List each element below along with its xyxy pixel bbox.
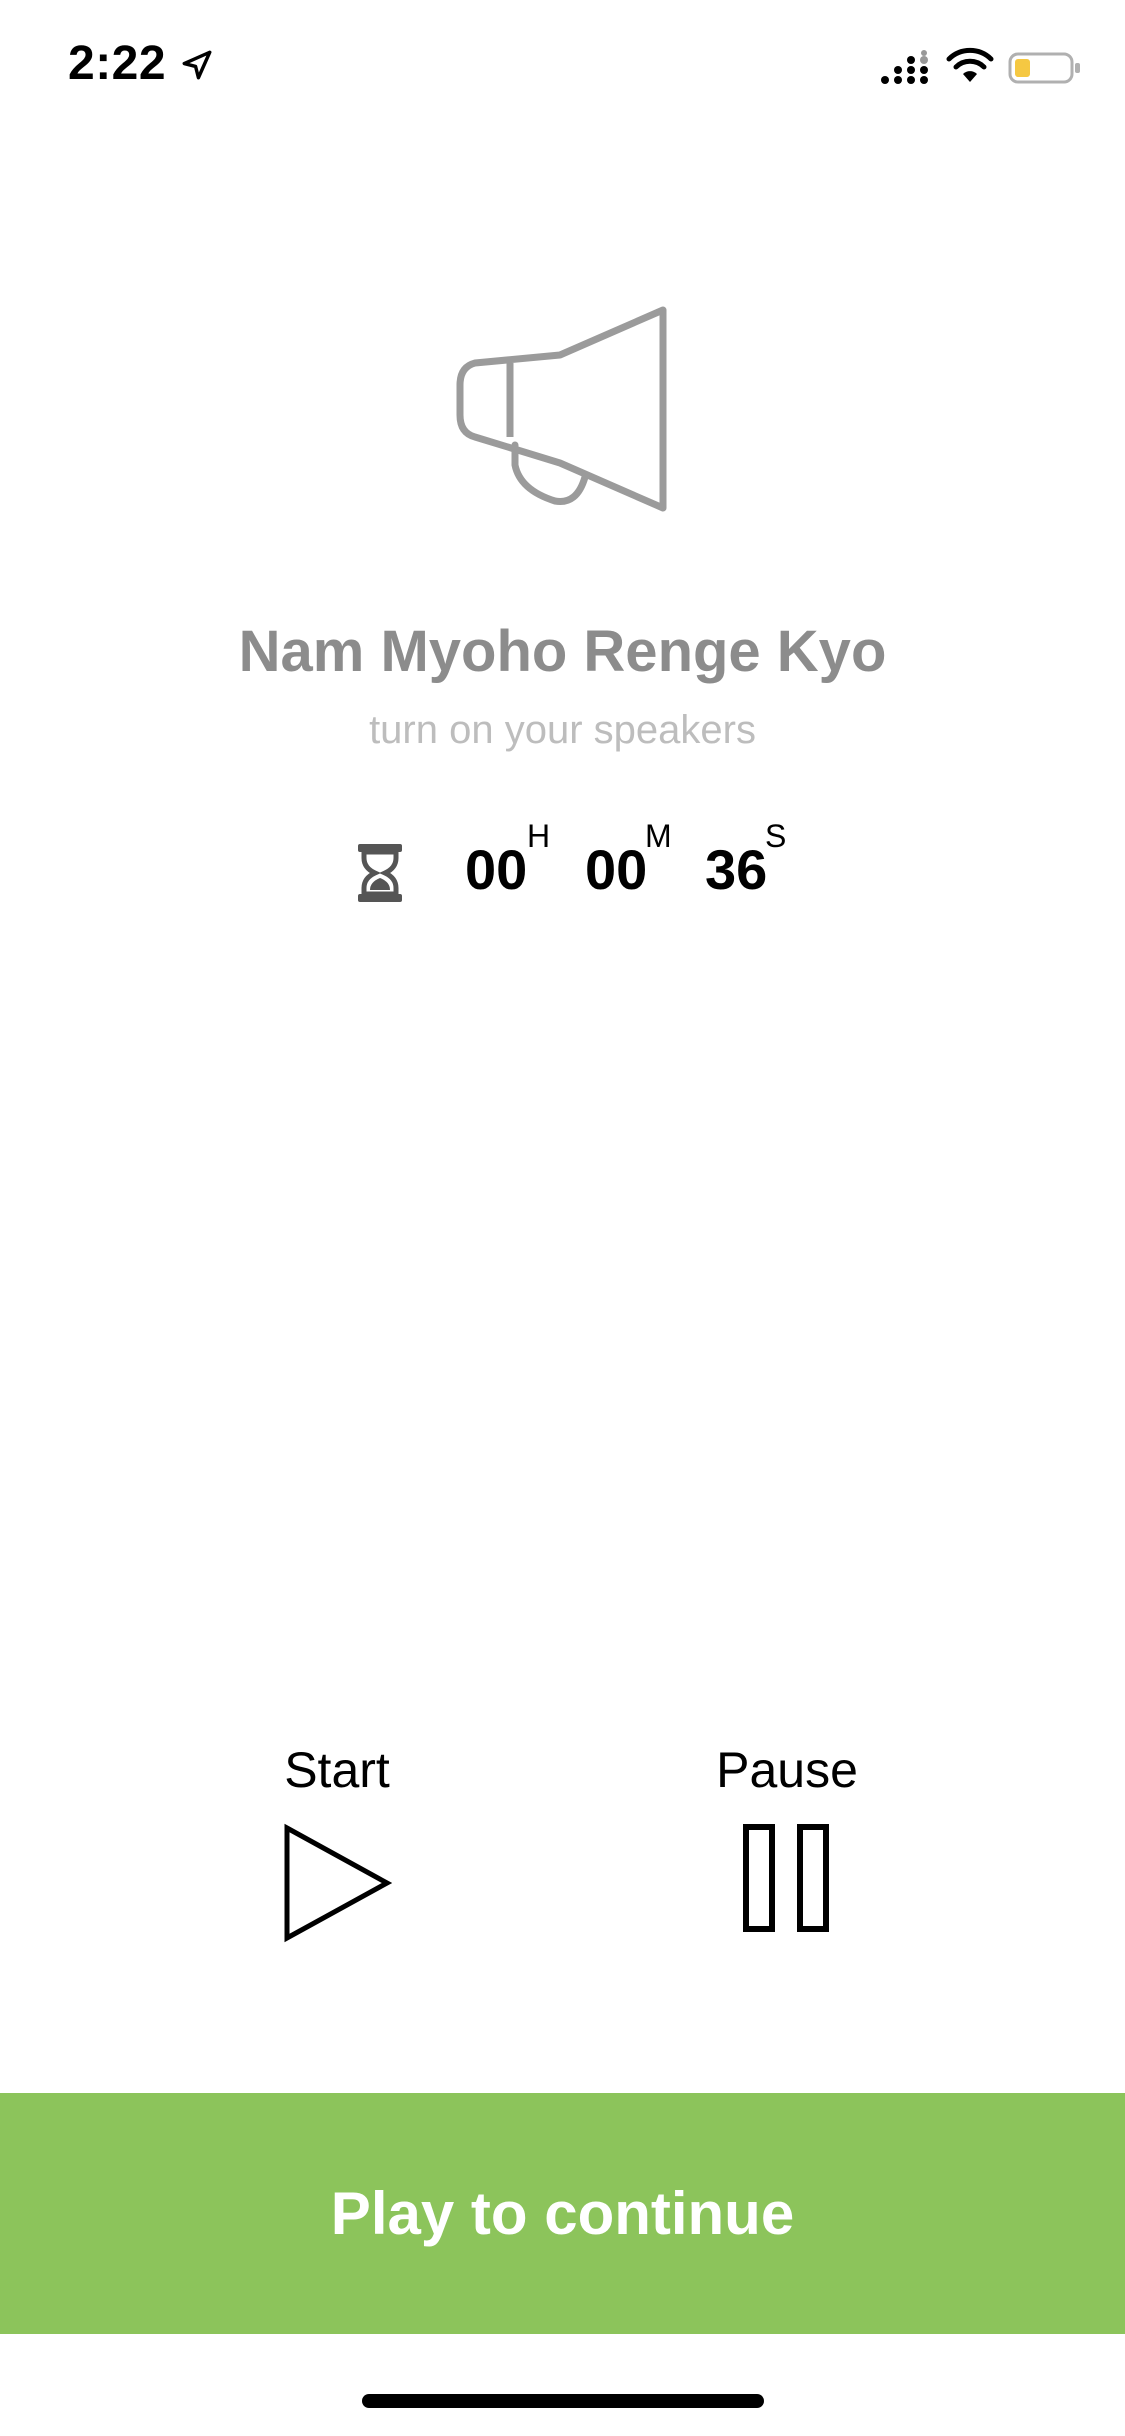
pause-icon [743,1824,829,1932]
status-bar: 2:22 [0,0,1125,132]
timer-minutes: 00 [585,838,648,901]
continue-label: Play to continue [330,2180,795,2247]
page-title: Nam Myoho Renge Kyo [238,619,887,684]
pause-label: Pause [716,1742,858,1798]
play-icon [284,1823,392,1943]
megaphone-icon [456,306,667,512]
play-to-continue-button[interactable]: Play to continue [0,2093,1125,2334]
start-button[interactable]: Start [207,1745,467,1975]
countdown-timer: 00 H 00 M 36 S [355,820,795,920]
home-indicator[interactable] [362,2394,764,2408]
page-subtitle: turn on your speakers [369,708,756,752]
start-label: Start [284,1742,390,1798]
location-arrow-icon [182,50,212,80]
signal-icon [881,50,928,84]
timer-minutes-unit: M [645,818,672,854]
status-time: 2:22 [68,37,167,90]
wifi-icon [946,47,994,82]
battery-icon [1008,52,1080,84]
timer-seconds-unit: S [765,818,787,854]
hourglass-icon [358,844,402,902]
timer-hours-unit: H [527,818,551,854]
timer-hours: 00 [465,838,528,901]
timer-seconds: 36 [705,838,768,901]
pause-button[interactable]: Pause [657,1745,917,1975]
